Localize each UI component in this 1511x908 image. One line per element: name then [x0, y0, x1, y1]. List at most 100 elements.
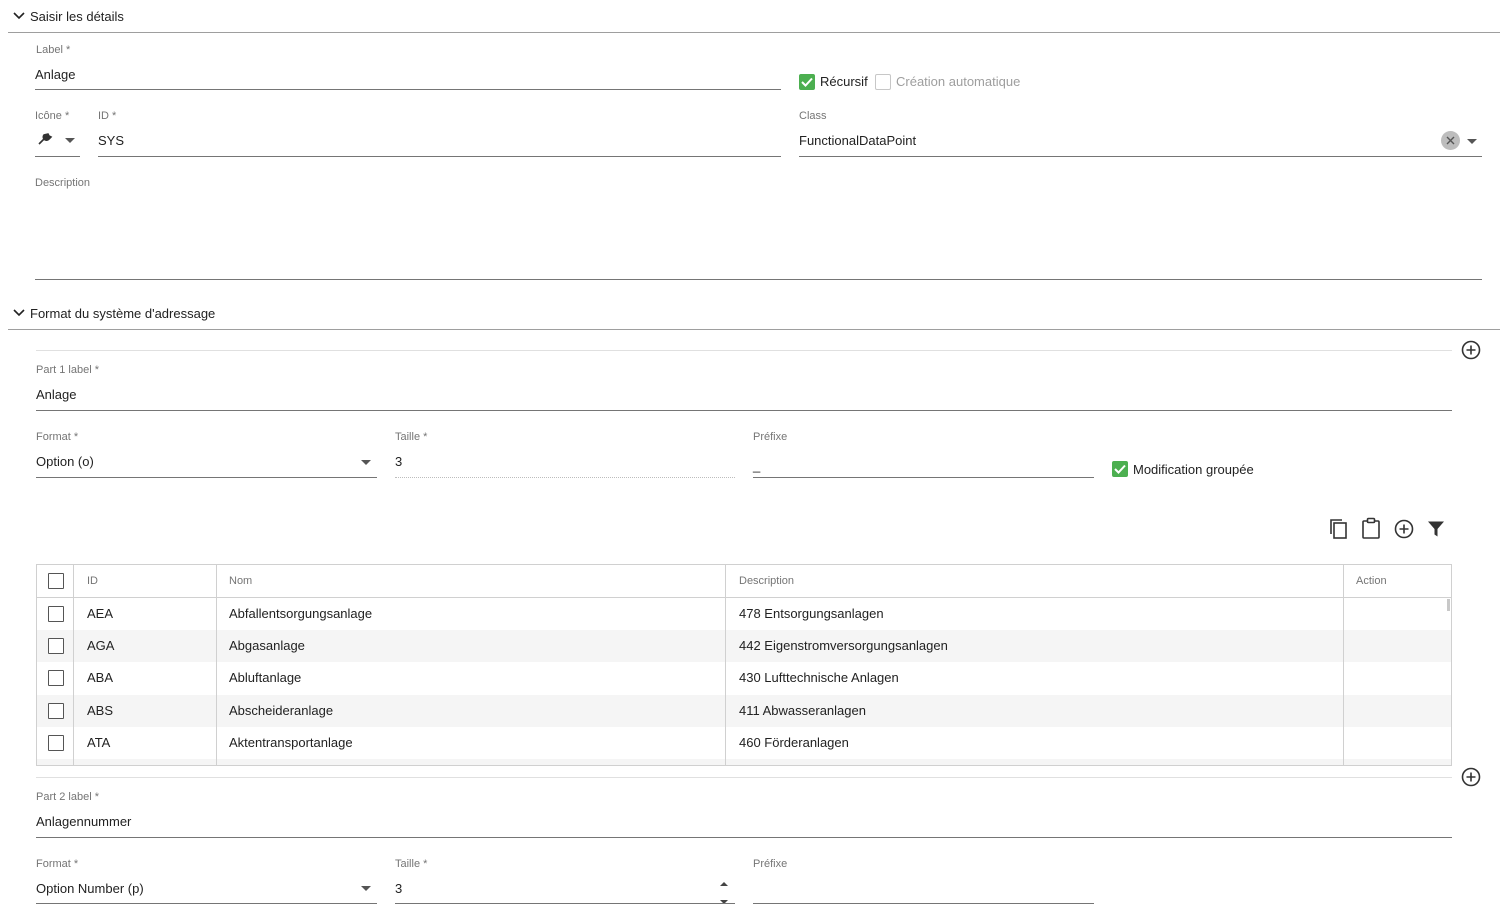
column-divider — [725, 565, 726, 765]
part2-label-underline — [36, 837, 1452, 838]
part1-prefix-underline — [753, 477, 1094, 478]
column-header-name[interactable]: Nom — [229, 565, 252, 598]
id-underline — [98, 156, 781, 157]
paste-button[interactable] — [1359, 516, 1383, 540]
filter-button[interactable] — [1424, 517, 1448, 541]
column-header-description[interactable]: Description — [739, 565, 794, 598]
label-field-label: Label * — [36, 44, 71, 56]
row-checkbox[interactable] — [48, 606, 64, 622]
part2-prefix-label: Préfixe — [753, 858, 788, 870]
cell-name: Aktentransportanlage — [229, 735, 353, 750]
icon-select[interactable] — [35, 131, 81, 151]
part2-size-input[interactable]: 3 — [395, 881, 402, 896]
part2-format-dropdown-arrow-icon[interactable] — [361, 886, 371, 891]
table-row — [37, 759, 1451, 765]
part2-format-select[interactable]: Option Number (p) — [36, 881, 144, 896]
options-table: ID Nom Description Action AEA Abfallents… — [36, 564, 1452, 766]
select-all-checkbox[interactable] — [48, 573, 64, 589]
id-input[interactable]: SYS — [98, 133, 124, 148]
cell-description: 411 Abwasseranlagen — [739, 703, 866, 718]
row-checkbox[interactable] — [48, 670, 64, 686]
cell-description: 430 Lufttechnische Anlagen — [739, 670, 899, 685]
bulk-edit-label: Modification groupée — [1133, 462, 1254, 477]
add-circle-icon — [1461, 767, 1481, 787]
part1-format-underline — [36, 477, 377, 478]
part-separator — [36, 350, 1452, 351]
description-textarea[interactable] — [35, 195, 1482, 279]
icon-field-label: Icône * — [35, 110, 70, 122]
copy-icon — [1330, 519, 1347, 539]
clear-icon[interactable] — [1441, 131, 1460, 150]
part1-prefix-input[interactable]: _ — [753, 458, 760, 473]
part1-format-dropdown-arrow-icon[interactable] — [361, 460, 371, 465]
table-row[interactable]: ABS Abscheideranlage 411 Abwasseranlagen — [37, 695, 1451, 727]
filter-icon — [1428, 521, 1444, 537]
chevron-down-icon — [8, 309, 30, 317]
class-dropdown-arrow-icon[interactable] — [1467, 139, 1477, 144]
part2-label-input[interactable]: Anlagennummer — [36, 814, 131, 829]
part2-format-label: Format * — [36, 858, 79, 870]
description-field-label: Description — [35, 177, 91, 189]
part1-label-underline — [36, 410, 1452, 411]
part2-label-field-label: Part 2 label * — [36, 791, 99, 803]
add-part-button[interactable] — [1459, 338, 1483, 362]
stepper-up-icon[interactable] — [719, 875, 729, 890]
auto-create-checkbox[interactable] — [875, 74, 891, 90]
chevron-down-icon — [8, 12, 30, 20]
add-part-button[interactable] — [1459, 765, 1483, 789]
cell-description: 460 Förderanlagen — [739, 735, 849, 750]
column-header-id[interactable]: ID — [87, 565, 98, 598]
copy-button[interactable] — [1326, 517, 1350, 541]
class-select[interactable]: FunctionalDataPoint — [799, 133, 916, 148]
dropdown-arrow-icon — [65, 138, 75, 143]
cell-id: ABA — [87, 670, 114, 685]
part1-label-input[interactable]: Anlage — [36, 387, 76, 402]
cell-id: AEA — [87, 606, 114, 621]
row-checkbox[interactable] — [48, 638, 64, 654]
id-field-label: ID * — [98, 110, 117, 122]
cell-id: ABS — [87, 703, 114, 718]
table-row[interactable]: ABA Abluftanlage 430 Lufttechnische Anla… — [37, 662, 1451, 694]
table-header: ID Nom Description Action — [37, 565, 1451, 598]
table-row[interactable]: AEA Abfallentsorgungsanlage 478 Entsorgu… — [37, 598, 1451, 630]
cell-id: ATA — [87, 735, 111, 750]
section-header-addressing[interactable]: Format du système d'adressage — [8, 297, 1500, 330]
cell-name: Abluftanlage — [229, 670, 302, 685]
part2-prefix-underline — [753, 903, 1094, 904]
part-separator — [36, 777, 1452, 778]
stepper-down-icon[interactable] — [719, 893, 729, 908]
part1-prefix-label: Préfixe — [753, 431, 788, 443]
part1-size-input[interactable]: 3 — [395, 454, 402, 469]
class-field-label: Class — [799, 110, 827, 122]
cell-description: 478 Entsorgungsanlagen — [739, 606, 884, 621]
recursive-label: Récursif — [820, 74, 868, 89]
add-circle-icon — [1461, 340, 1481, 360]
table-scrollbar[interactable] — [1447, 599, 1450, 611]
label-underline — [35, 89, 781, 90]
part2-format-underline — [36, 903, 377, 904]
section-header-details[interactable]: Saisir les détails — [8, 0, 1500, 33]
row-checkbox[interactable] — [48, 735, 64, 751]
column-divider — [216, 565, 217, 765]
bulk-edit-checkbox[interactable] — [1112, 461, 1128, 477]
table-row[interactable]: ATA Aktentransportanlage 460 Förderanlag… — [37, 727, 1451, 759]
auto-create-label: Création automatique — [896, 74, 1021, 89]
part1-size-underline — [395, 477, 735, 478]
recursive-checkbox[interactable] — [799, 74, 815, 90]
class-underline — [799, 156, 1482, 157]
row-checkbox[interactable] — [48, 703, 64, 719]
part1-format-label: Format * — [36, 431, 79, 443]
section-title: Format du système d'adressage — [30, 305, 216, 321]
cell-name: Abfallentsorgungsanlage — [229, 606, 373, 621]
add-row-button[interactable] — [1392, 517, 1416, 541]
part1-format-select[interactable]: Option (o) — [36, 454, 94, 469]
column-divider — [1343, 565, 1344, 765]
cell-description: 442 Eigenstromversorgungsanlagen — [739, 638, 948, 653]
part2-size-label: Taille * — [395, 858, 428, 870]
label-input[interactable]: Anlage — [35, 67, 75, 82]
cell-id: AGA — [87, 638, 115, 653]
table-row[interactable]: AGA Abgasanlage 442 Eigenstromversorgung… — [37, 630, 1451, 662]
column-header-action: Action — [1356, 575, 1387, 587]
column-divider — [73, 565, 74, 765]
part1-size-label: Taille * — [395, 431, 428, 443]
